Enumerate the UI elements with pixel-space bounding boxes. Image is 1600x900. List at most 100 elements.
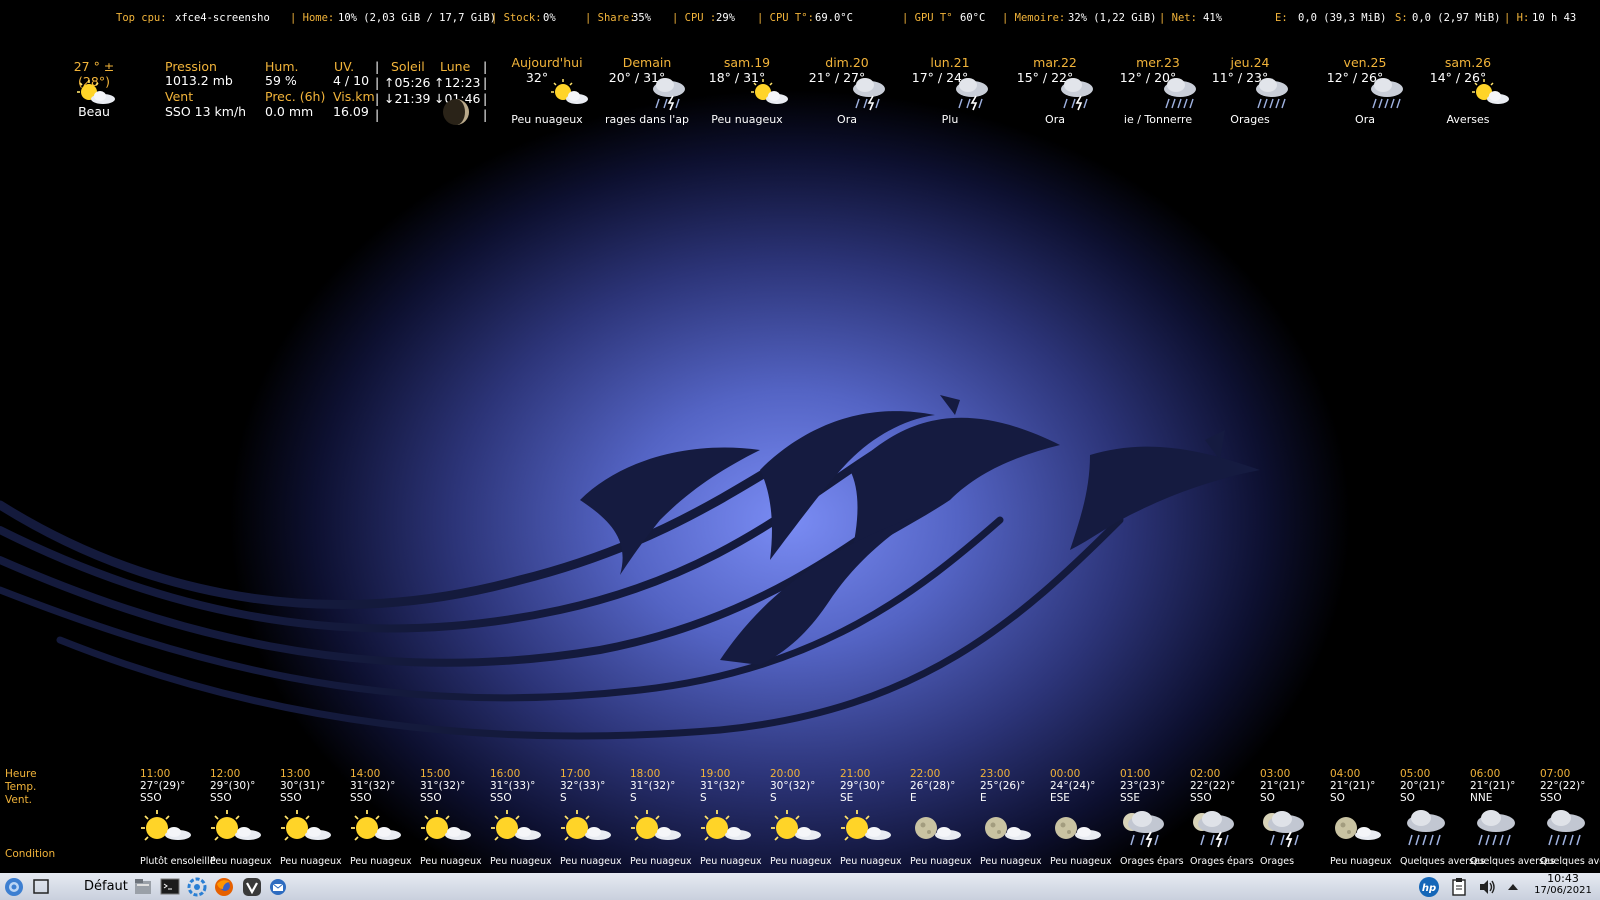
hourly-condition: Peu nuageux bbox=[1330, 856, 1392, 867]
hourly-condition: Peu nuageux bbox=[210, 856, 272, 867]
sun-cloud-icon bbox=[421, 810, 471, 841]
sun-cloud-icon bbox=[751, 79, 788, 104]
hourly-wind: ESE bbox=[1050, 792, 1070, 804]
hourly-condition: Peu nuageux bbox=[560, 856, 622, 867]
current-condition: Beau bbox=[78, 104, 110, 119]
hp-icon[interactable]: hp bbox=[1418, 876, 1440, 897]
separator: | bbox=[483, 59, 488, 74]
hourly-column: 14:00 31°(32)° SSO Peu nuageux bbox=[350, 768, 420, 867]
sun-cloud-icon bbox=[561, 810, 611, 841]
hourly-temp: 21°(21)° bbox=[1330, 780, 1376, 792]
moon-cloud-icon bbox=[1335, 817, 1381, 840]
chevron-up-icon[interactable] bbox=[1505, 876, 1521, 897]
hourly-wind: S bbox=[770, 792, 777, 804]
thunderbird-icon[interactable] bbox=[268, 876, 288, 897]
clock[interactable]: 10:43 17/06/2021 bbox=[1530, 873, 1596, 897]
hourly-wind: SO bbox=[1400, 792, 1415, 804]
show-desktop-icon[interactable] bbox=[32, 876, 50, 897]
sun-cloud-icon bbox=[141, 810, 191, 841]
forecast-day-name: sam.19 bbox=[723, 55, 771, 70]
hourly-time: 11:00 bbox=[140, 768, 171, 780]
hourly-column: 16:00 31°(33)° SSO Peu nuageux bbox=[490, 768, 560, 867]
hourly-condition: Quelques averses bbox=[1540, 856, 1600, 867]
terminal-icon[interactable] bbox=[160, 876, 180, 897]
sun-cloud-icon bbox=[631, 810, 681, 841]
hourly-column: 20:00 30°(32)° S Peu nuageux bbox=[770, 768, 840, 867]
pressure-label: Pression bbox=[165, 59, 217, 74]
settings-icon[interactable] bbox=[187, 876, 207, 897]
workspace-label[interactable]: Défaut bbox=[84, 879, 128, 900]
cpu-value: 29% bbox=[716, 12, 735, 24]
vivaldi-icon[interactable] bbox=[242, 876, 262, 897]
forecast-condition: Ora bbox=[837, 113, 857, 126]
hourly-column: 04:00 21°(21)° SO Peu nuageux bbox=[1330, 768, 1400, 867]
home-label: | Home: bbox=[290, 12, 335, 24]
sun-cloud-icon bbox=[211, 810, 261, 841]
wallpaper-dolphins bbox=[0, 395, 1260, 740]
hourly-column: 21:00 29°(30)° SE Peu nuageux bbox=[840, 768, 910, 867]
hourly-wind: SSO bbox=[1540, 792, 1562, 804]
thunderstorm-icon bbox=[653, 78, 685, 111]
hourly-condition: Peu nuageux bbox=[630, 856, 692, 867]
forecast-condition: Ora bbox=[1355, 113, 1375, 126]
top-cpu-label: Top cpu: bbox=[116, 12, 167, 24]
hourly-column: 22:00 26°(28)° E Peu nuageux bbox=[910, 768, 980, 867]
stock-value: 0% bbox=[543, 12, 556, 24]
forecast-day-name: dim.20 bbox=[825, 55, 869, 70]
hourly-column: 02:00 22°(22)° SSO Orages épars bbox=[1190, 768, 1260, 867]
hourly-temp: 23°(23)° bbox=[1120, 780, 1166, 792]
hourly-time: 02:00 bbox=[1190, 768, 1221, 780]
sunrise-value: ↑05:26 bbox=[384, 75, 431, 90]
hourly-temp: 31°(32)° bbox=[420, 780, 466, 792]
forecast-day-name: Demain bbox=[622, 55, 672, 70]
separator: | bbox=[375, 91, 380, 106]
thunderstorm-icon bbox=[1193, 811, 1234, 848]
hourly-time: 17:00 bbox=[560, 768, 591, 780]
moon-phase-icon bbox=[443, 99, 469, 125]
hourly-temp: 30°(32)° bbox=[770, 780, 816, 792]
hourly-time: 20:00 bbox=[770, 768, 801, 780]
net-e-value: 0,0 (39,3 MiB) bbox=[1298, 12, 1387, 24]
hourly-condition: Orages épars bbox=[1190, 856, 1254, 867]
sun-cloud-icon bbox=[771, 810, 821, 841]
volume-icon[interactable] bbox=[1477, 876, 1497, 897]
hourly-wind: SSO bbox=[350, 792, 372, 804]
forecast-day: mar.22 15° / 22° Ora bbox=[1005, 55, 1105, 129]
sun-cloud-icon bbox=[491, 810, 541, 841]
hourly-time: 15:00 bbox=[420, 768, 451, 780]
separator: | bbox=[375, 59, 380, 74]
moon-cloud-icon bbox=[915, 817, 961, 840]
hourly-condition: Peu nuageux bbox=[280, 856, 342, 867]
moon-label: Lune bbox=[440, 59, 471, 74]
hourly-column: 13:00 30°(31)° SSO Peu nuageux bbox=[280, 768, 350, 867]
hourly-wind: E bbox=[910, 792, 917, 804]
hourly-wind: SO bbox=[1330, 792, 1345, 804]
firefox-icon[interactable] bbox=[214, 876, 234, 897]
forecast-day: Aujourd'hui 32° Peu nuageux bbox=[497, 55, 597, 129]
rain-icon bbox=[1547, 810, 1585, 846]
hourly-condition: Orages épars bbox=[1120, 856, 1184, 867]
hourly-wind: SSO bbox=[420, 792, 442, 804]
hourly-time: 13:00 bbox=[280, 768, 311, 780]
hourly-column: 12:00 29°(30)° SSO Peu nuageux bbox=[210, 768, 280, 867]
rain-icon bbox=[1407, 810, 1445, 846]
net-s-value: 0,0 (2,97 MiB) bbox=[1412, 12, 1501, 24]
precipitation-value: 0.0 mm bbox=[265, 104, 314, 119]
hourly-time: 04:00 bbox=[1330, 768, 1361, 780]
hourly-time: 22:00 bbox=[910, 768, 941, 780]
hourly-column: 06:00 21°(21)° NNE Quelques averses bbox=[1470, 768, 1555, 867]
file-manager-icon[interactable] bbox=[133, 876, 153, 897]
clipboard-icon[interactable] bbox=[1450, 876, 1468, 897]
hourly-temp: 22°(22)° bbox=[1540, 780, 1586, 792]
hourly-column: 00:00 24°(24)° ESE Peu nuageux bbox=[1050, 768, 1120, 867]
sun-cloud-icon bbox=[1472, 79, 1509, 104]
hourly-time: 03:00 bbox=[1260, 768, 1291, 780]
hourly-wind: SSE bbox=[1120, 792, 1140, 804]
hourly-column: 18:00 31°(32)° S Peu nuageux bbox=[630, 768, 700, 867]
hourly-condition-label: Condition bbox=[5, 848, 56, 860]
hourly-temp: 21°(21)° bbox=[1260, 780, 1306, 792]
rain-icon bbox=[1256, 78, 1288, 109]
hourly-time: 12:00 bbox=[210, 768, 241, 780]
app-menu-icon[interactable] bbox=[4, 876, 24, 897]
separator: | bbox=[483, 91, 488, 106]
